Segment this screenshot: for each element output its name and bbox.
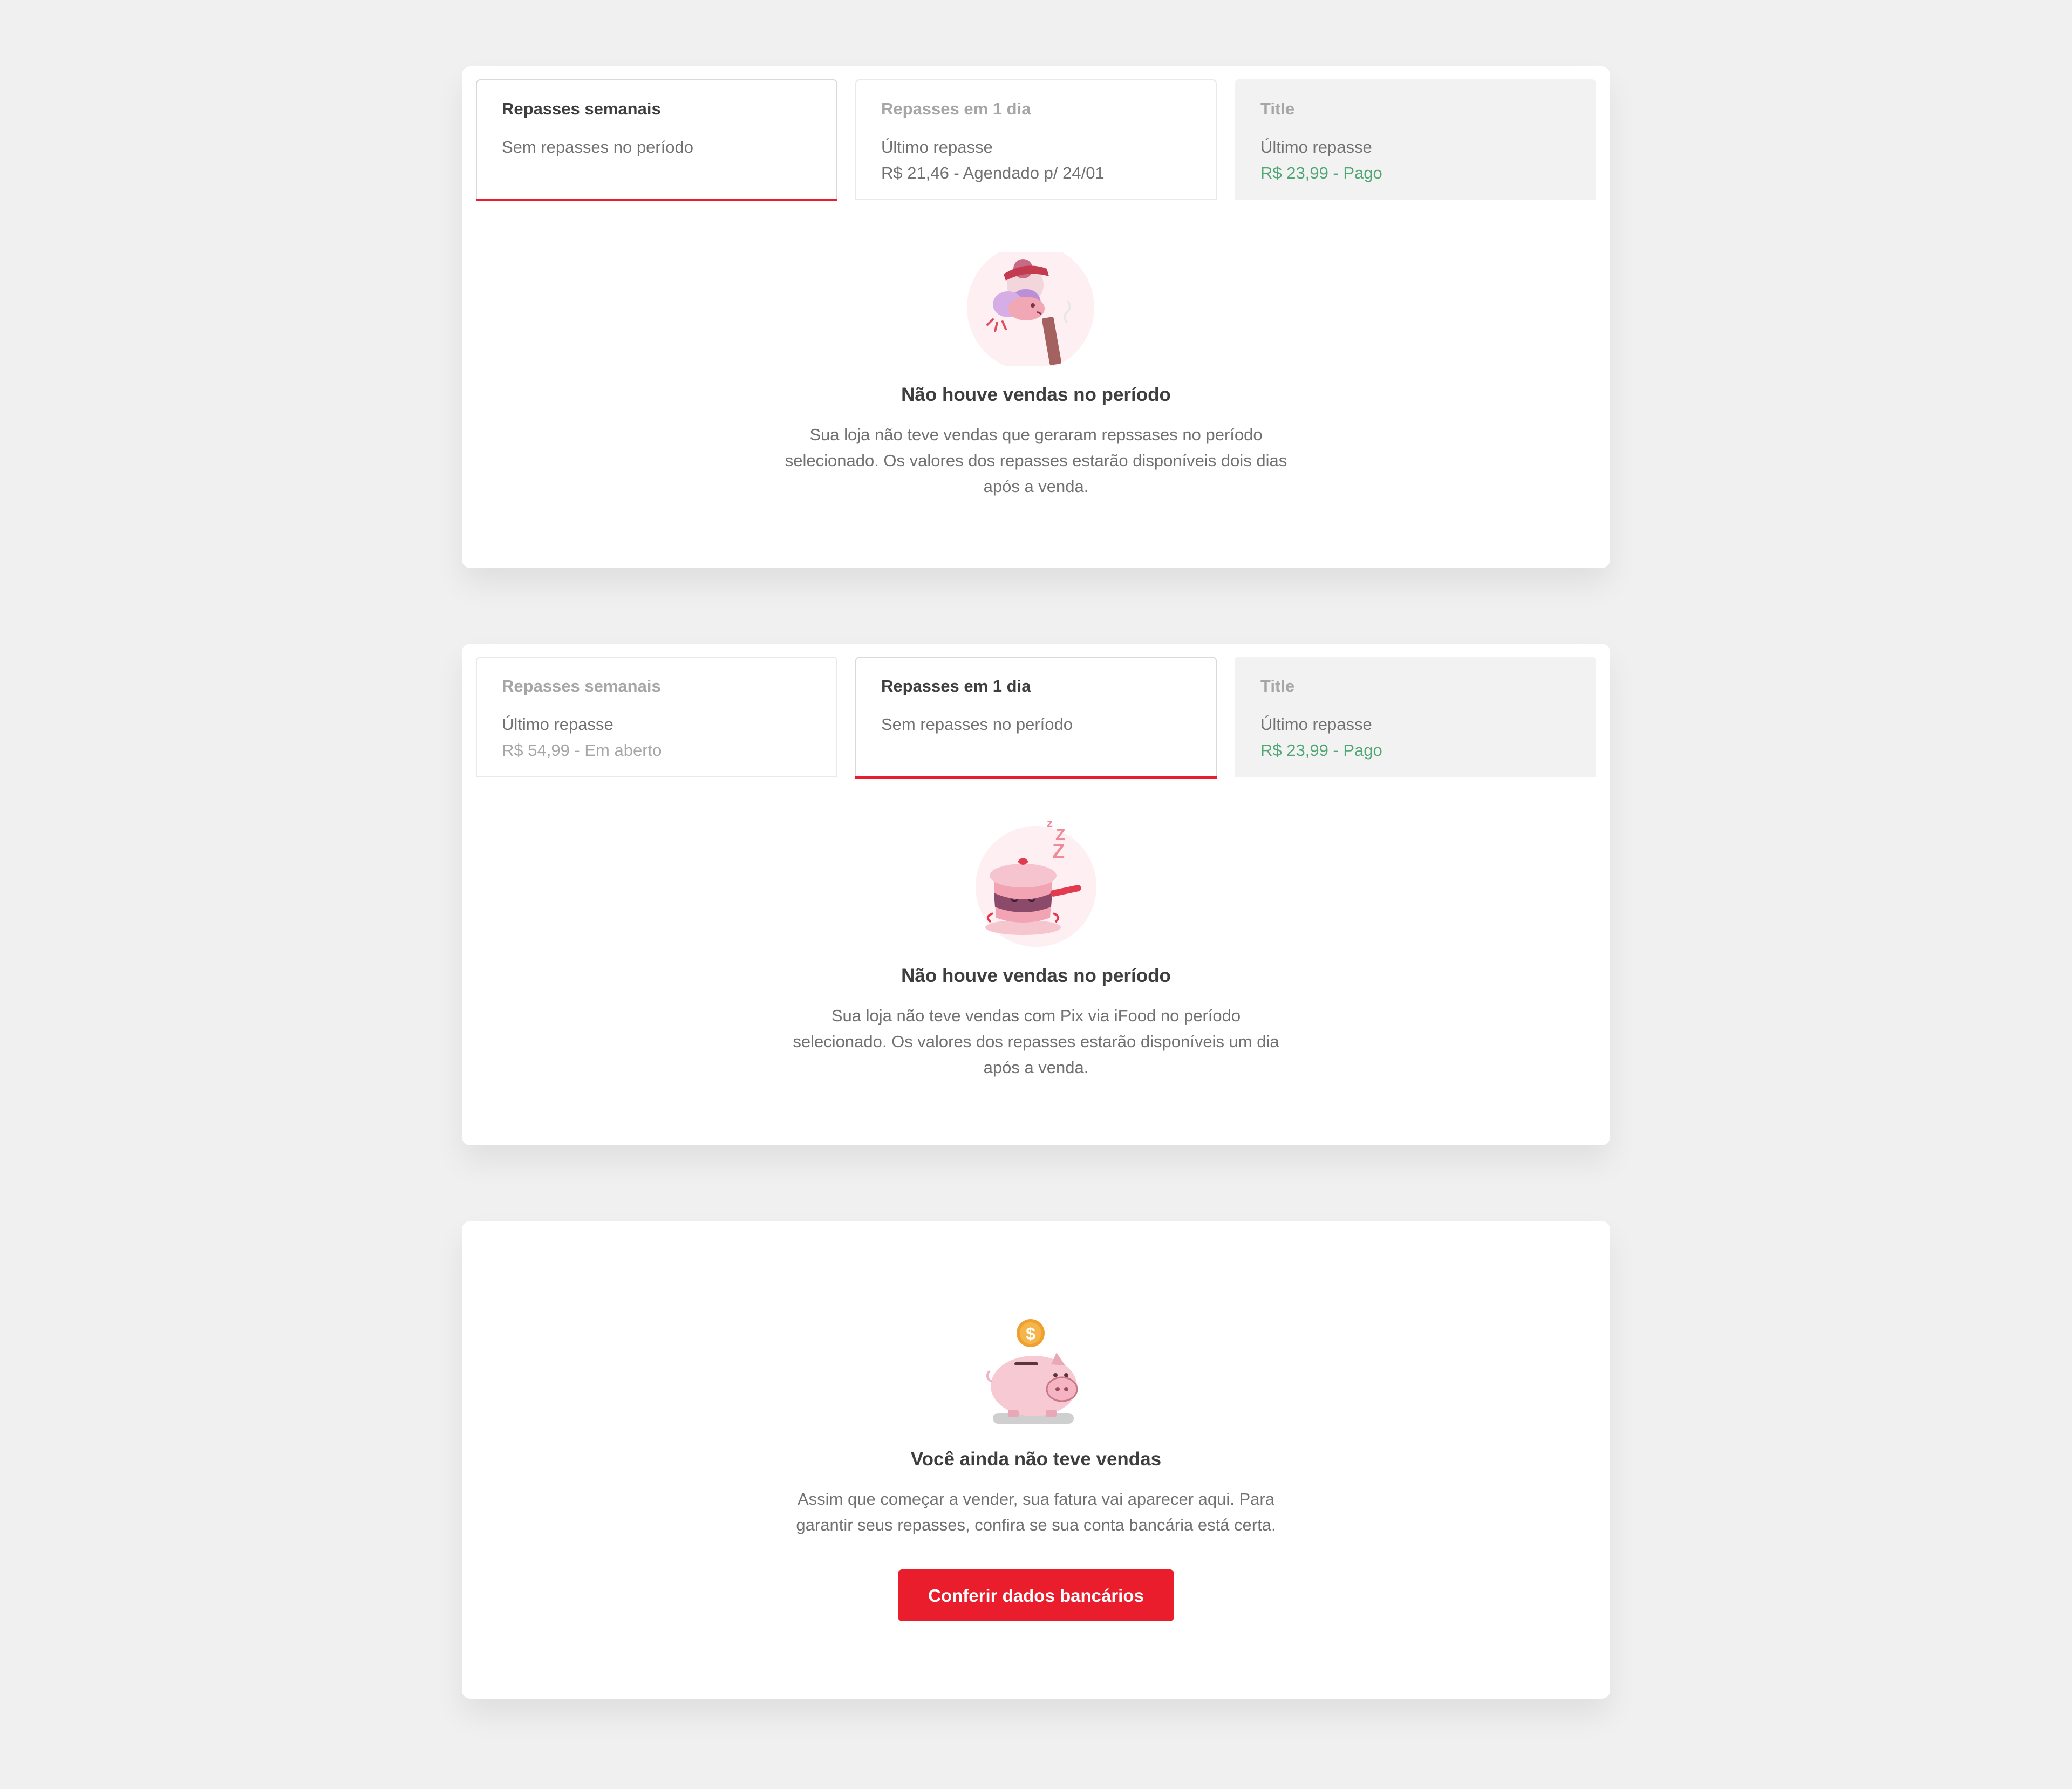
empty-state-description: Assim que começar a vender, sua fatura v… [796,1490,1276,1534]
check-bank-details-button[interactable]: Conferir dados bancários [898,1569,1174,1621]
tab-title: Repasses em 1 dia [881,99,1031,118]
empty-state-title: Não houve vendas no período [901,384,1171,405]
tab-one-day-transfers[interactable]: Repasses em 1 dia Último repasse R$ 21,4… [855,79,1217,200]
empty-state: $ Você ainda não teve vendas Assim que c… [462,1317,1610,1621]
piggy-bank-illustration-icon: $ [986,1319,1078,1424]
empty-state-title: Você ainda não teve vendas [910,1449,1162,1470]
tab-last-transfer-label: Último repasse [502,715,614,734]
empty-state: z Z Z Não houve vendas no período Sua lo… [462,812,1610,1081]
no-sales-card: $ Você ainda não teve vendas Assim que c… [462,1221,1610,1699]
tab-one-day-transfers[interactable]: Repasses em 1 dia Sem repasses no períod… [855,657,1217,779]
tab-title: Title [1260,99,1295,118]
transfer-tabs: Repasses semanais Sem repasses no períod… [476,79,1597,201]
transfer-tabs: Repasses semanais Último repasse R$ 54,9… [476,657,1597,779]
tab-last-transfer-label: Último repasse [1260,138,1372,156]
tab-last-transfer-label: Último repasse [1260,715,1372,734]
tab-last-transfer-value: R$ 21,46 - Agendado p/ 24/01 [881,163,1105,182]
tab-status: Sem repasses no período [881,715,1073,734]
one-day-transfers-card: Repasses semanais Último repasse R$ 54,9… [462,644,1610,1145]
tab-last-transfer-value: R$ 23,99 - Pago [1260,741,1382,760]
svg-text:Z: Z [1052,841,1065,863]
tab-title-placeholder[interactable]: Title Último repasse R$ 23,99 - Pago [1235,657,1596,777]
tab-status: Sem repasses no período [502,138,693,156]
tab-title: Repasses em 1 dia [881,677,1031,695]
tab-last-transfer-value: R$ 54,99 - Em aberto [502,741,662,760]
svg-text:$: $ [1026,1324,1035,1343]
tab-weekly-transfers[interactable]: Repasses semanais Último repasse R$ 54,9… [476,657,837,777]
empty-state-title: Não houve vendas no período [901,965,1171,986]
tab-title: Repasses semanais [502,99,661,118]
sleeping-pot-illustration-icon: z Z Z [976,816,1096,947]
svg-text:z: z [1047,816,1053,830]
tab-title: Repasses semanais [502,677,661,695]
weekly-transfers-card: Repasses semanais Sem repasses no períod… [462,66,1610,568]
tab-title: Title [1260,677,1295,695]
empty-state-description: Sua loja não teve vendas que geraram rep… [785,425,1287,496]
tab-last-transfer-value: R$ 23,99 - Pago [1260,163,1382,182]
empty-state: Não houve vendas no período Sua loja não… [462,252,1610,500]
empty-state-description: Sua loja não teve vendas com Pix via iFo… [793,1006,1279,1077]
chef-cooking-illustration-icon [967,252,1094,366]
tab-weekly-transfers[interactable]: Repasses semanais Sem repasses no períod… [476,79,837,201]
tab-last-transfer-label: Último repasse [881,138,993,156]
tab-title-placeholder[interactable]: Title Último repasse R$ 23,99 - Pago [1235,79,1596,200]
